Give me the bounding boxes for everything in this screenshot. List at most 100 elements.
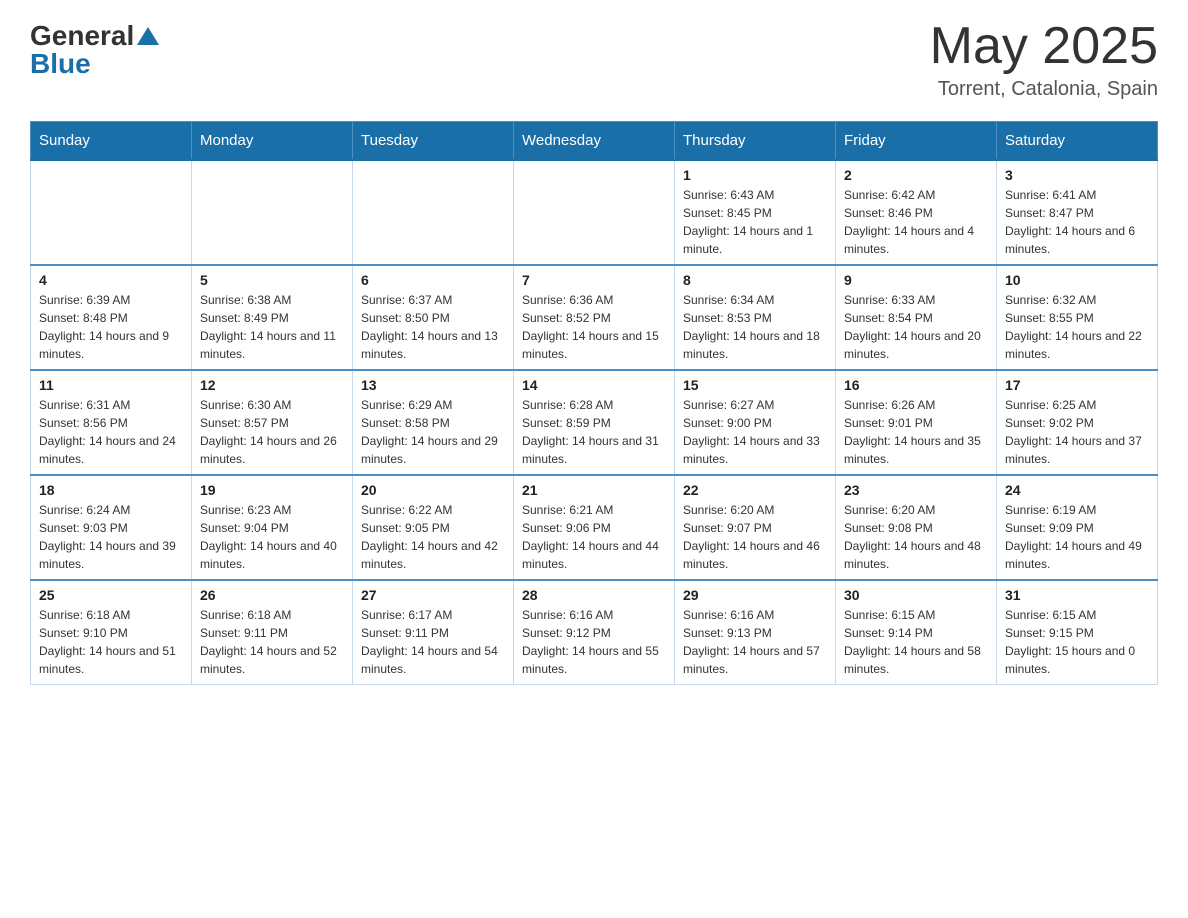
day-info: Sunrise: 6:20 AMSunset: 9:08 PMDaylight:… bbox=[844, 501, 988, 573]
calendar-cell: 20 Sunrise: 6:22 AMSunset: 9:05 PMDayligh… bbox=[353, 475, 514, 580]
day-info: Sunrise: 6:27 AMSunset: 9:00 PMDaylight:… bbox=[683, 396, 827, 468]
calendar-cell: 15 Sunrise: 6:27 AMSunset: 9:00 PMDayligh… bbox=[675, 370, 836, 475]
day-number: 4 bbox=[39, 272, 183, 288]
calendar-cell: 7 Sunrise: 6:36 AMSunset: 8:52 PMDaylight… bbox=[514, 265, 675, 370]
day-number: 28 bbox=[522, 587, 666, 603]
day-info: Sunrise: 6:31 AMSunset: 8:56 PMDaylight:… bbox=[39, 396, 183, 468]
calendar-cell: 27 Sunrise: 6:17 AMSunset: 9:11 PMDayligh… bbox=[353, 580, 514, 685]
day-info: Sunrise: 6:20 AMSunset: 9:07 PMDaylight:… bbox=[683, 501, 827, 573]
calendar-cell: 9 Sunrise: 6:33 AMSunset: 8:54 PMDaylight… bbox=[836, 265, 997, 370]
day-number: 9 bbox=[844, 272, 988, 288]
calendar-week-3: 11 Sunrise: 6:31 AMSunset: 8:56 PMDayligh… bbox=[31, 370, 1158, 475]
calendar-cell: 3Sunrise: 6:41 AMSunset: 8:47 PMDaylight… bbox=[997, 160, 1158, 265]
calendar-header-monday: Monday bbox=[192, 122, 353, 161]
day-number: 10 bbox=[1005, 272, 1149, 288]
calendar-cell: 5 Sunrise: 6:38 AMSunset: 8:49 PMDaylight… bbox=[192, 265, 353, 370]
day-info: Sunrise: 6:15 AMSunset: 9:14 PMDaylight:… bbox=[844, 606, 988, 678]
day-number: 20 bbox=[361, 482, 505, 498]
day-info: Sunrise: 6:16 AMSunset: 9:13 PMDaylight:… bbox=[683, 606, 827, 678]
day-info: Sunrise: 6:38 AMSunset: 8:49 PMDaylight:… bbox=[200, 291, 344, 363]
day-info: Sunrise: 6:25 AMSunset: 9:02 PMDaylight:… bbox=[1005, 396, 1149, 468]
day-info: Sunrise: 6:16 AMSunset: 9:12 PMDaylight:… bbox=[522, 606, 666, 678]
day-number: 26 bbox=[200, 587, 344, 603]
calendar-cell: 11 Sunrise: 6:31 AMSunset: 8:56 PMDayligh… bbox=[31, 370, 192, 475]
calendar-header-wednesday: Wednesday bbox=[514, 122, 675, 161]
day-number: 21 bbox=[522, 482, 666, 498]
month-title: May 2025 bbox=[930, 20, 1158, 72]
day-info: Sunrise: 6:43 AMSunset: 8:45 PMDaylight:… bbox=[683, 186, 827, 258]
calendar-header-sunday: Sunday bbox=[31, 122, 192, 161]
calendar-week-5: 25Sunrise: 6:18 AMSunset: 9:10 PMDayligh… bbox=[31, 580, 1158, 685]
calendar-cell: 6Sunrise: 6:37 AMSunset: 8:50 PMDaylight… bbox=[353, 265, 514, 370]
day-info: Sunrise: 6:15 AMSunset: 9:15 PMDaylight:… bbox=[1005, 606, 1149, 678]
day-info: Sunrise: 6:30 AMSunset: 8:57 PMDaylight:… bbox=[200, 396, 344, 468]
calendar-cell: 2 Sunrise: 6:42 AMSunset: 8:46 PMDaylight… bbox=[836, 160, 997, 265]
day-info: Sunrise: 6:36 AMSunset: 8:52 PMDaylight:… bbox=[522, 291, 666, 363]
location-subtitle: Torrent, Catalonia, Spain bbox=[930, 78, 1158, 101]
calendar-cell: 12Sunrise: 6:30 AMSunset: 8:57 PMDayligh… bbox=[192, 370, 353, 475]
calendar-header-thursday: Thursday bbox=[675, 122, 836, 161]
calendar-cell: 19 Sunrise: 6:23 AMSunset: 9:04 PMDayligh… bbox=[192, 475, 353, 580]
day-number: 13 bbox=[361, 377, 505, 393]
day-number: 24 bbox=[1005, 482, 1149, 498]
calendar-cell: 18 Sunrise: 6:24 AMSunset: 9:03 PMDayligh… bbox=[31, 475, 192, 580]
day-info: Sunrise: 6:33 AMSunset: 8:54 PMDaylight:… bbox=[844, 291, 988, 363]
calendar-cell: 14 Sunrise: 6:28 AMSunset: 8:59 PMDayligh… bbox=[514, 370, 675, 475]
calendar-cell: 13 Sunrise: 6:29 AMSunset: 8:58 PMDayligh… bbox=[353, 370, 514, 475]
day-number: 31 bbox=[1005, 587, 1149, 603]
page-header: General Blue May 2025 Torrent, Catalonia… bbox=[30, 20, 1158, 101]
day-number: 16 bbox=[844, 377, 988, 393]
calendar-cell: 10 Sunrise: 6:32 AMSunset: 8:55 PMDayligh… bbox=[997, 265, 1158, 370]
calendar-cell: 26 Sunrise: 6:18 AMSunset: 9:11 PMDayligh… bbox=[192, 580, 353, 685]
day-number: 15 bbox=[683, 377, 827, 393]
day-number: 23 bbox=[844, 482, 988, 498]
day-info: Sunrise: 6:34 AMSunset: 8:53 PMDaylight:… bbox=[683, 291, 827, 363]
calendar-cell: 21 Sunrise: 6:21 AMSunset: 9:06 PMDayligh… bbox=[514, 475, 675, 580]
day-number: 29 bbox=[683, 587, 827, 603]
calendar-cell: 17Sunrise: 6:25 AMSunset: 9:02 PMDayligh… bbox=[997, 370, 1158, 475]
day-number: 22 bbox=[683, 482, 827, 498]
calendar-cell: 23 Sunrise: 6:20 AMSunset: 9:08 PMDayligh… bbox=[836, 475, 997, 580]
day-info: Sunrise: 6:23 AMSunset: 9:04 PMDaylight:… bbox=[200, 501, 344, 573]
day-info: Sunrise: 6:42 AMSunset: 8:46 PMDaylight:… bbox=[844, 186, 988, 258]
calendar-cell: 4 Sunrise: 6:39 AMSunset: 8:48 PMDaylight… bbox=[31, 265, 192, 370]
day-number: 2 bbox=[844, 167, 988, 183]
day-number: 8 bbox=[683, 272, 827, 288]
day-number: 11 bbox=[39, 377, 183, 393]
day-info: Sunrise: 6:28 AMSunset: 8:59 PMDaylight:… bbox=[522, 396, 666, 468]
day-number: 14 bbox=[522, 377, 666, 393]
day-number: 30 bbox=[844, 587, 988, 603]
day-info: Sunrise: 6:41 AMSunset: 8:47 PMDaylight:… bbox=[1005, 186, 1149, 258]
day-info: Sunrise: 6:26 AMSunset: 9:01 PMDaylight:… bbox=[844, 396, 988, 468]
calendar-header-saturday: Saturday bbox=[997, 122, 1158, 161]
day-info: Sunrise: 6:37 AMSunset: 8:50 PMDaylight:… bbox=[361, 291, 505, 363]
calendar-table: SundayMondayTuesdayWednesdayThursdayFrid… bbox=[30, 121, 1158, 685]
calendar-week-1: 1Sunrise: 6:43 AMSunset: 8:45 PMDaylight… bbox=[31, 160, 1158, 265]
day-info: Sunrise: 6:18 AMSunset: 9:11 PMDaylight:… bbox=[200, 606, 344, 678]
day-info: Sunrise: 6:24 AMSunset: 9:03 PMDaylight:… bbox=[39, 501, 183, 573]
day-info: Sunrise: 6:21 AMSunset: 9:06 PMDaylight:… bbox=[522, 501, 666, 573]
logo-blue-part bbox=[134, 25, 159, 47]
calendar-cell bbox=[31, 160, 192, 265]
calendar-week-2: 4 Sunrise: 6:39 AMSunset: 8:48 PMDaylight… bbox=[31, 265, 1158, 370]
calendar-cell: 1Sunrise: 6:43 AMSunset: 8:45 PMDaylight… bbox=[675, 160, 836, 265]
calendar-week-4: 18 Sunrise: 6:24 AMSunset: 9:03 PMDayligh… bbox=[31, 475, 1158, 580]
day-number: 19 bbox=[200, 482, 344, 498]
day-number: 27 bbox=[361, 587, 505, 603]
day-info: Sunrise: 6:18 AMSunset: 9:10 PMDaylight:… bbox=[39, 606, 183, 678]
day-number: 5 bbox=[200, 272, 344, 288]
calendar-cell: 29 Sunrise: 6:16 AMSunset: 9:13 PMDayligh… bbox=[675, 580, 836, 685]
calendar-cell: 30 Sunrise: 6:15 AMSunset: 9:14 PMDayligh… bbox=[836, 580, 997, 685]
day-info: Sunrise: 6:29 AMSunset: 8:58 PMDaylight:… bbox=[361, 396, 505, 468]
calendar-cell: 8 Sunrise: 6:34 AMSunset: 8:53 PMDaylight… bbox=[675, 265, 836, 370]
day-number: 7 bbox=[522, 272, 666, 288]
calendar-header-tuesday: Tuesday bbox=[353, 122, 514, 161]
day-number: 18 bbox=[39, 482, 183, 498]
calendar-cell bbox=[192, 160, 353, 265]
day-info: Sunrise: 6:32 AMSunset: 8:55 PMDaylight:… bbox=[1005, 291, 1149, 363]
day-info: Sunrise: 6:39 AMSunset: 8:48 PMDaylight:… bbox=[39, 291, 183, 363]
calendar-cell bbox=[353, 160, 514, 265]
day-info: Sunrise: 6:22 AMSunset: 9:05 PMDaylight:… bbox=[361, 501, 505, 573]
day-info: Sunrise: 6:17 AMSunset: 9:11 PMDaylight:… bbox=[361, 606, 505, 678]
calendar-header-row: SundayMondayTuesdayWednesdayThursdayFrid… bbox=[31, 122, 1158, 161]
